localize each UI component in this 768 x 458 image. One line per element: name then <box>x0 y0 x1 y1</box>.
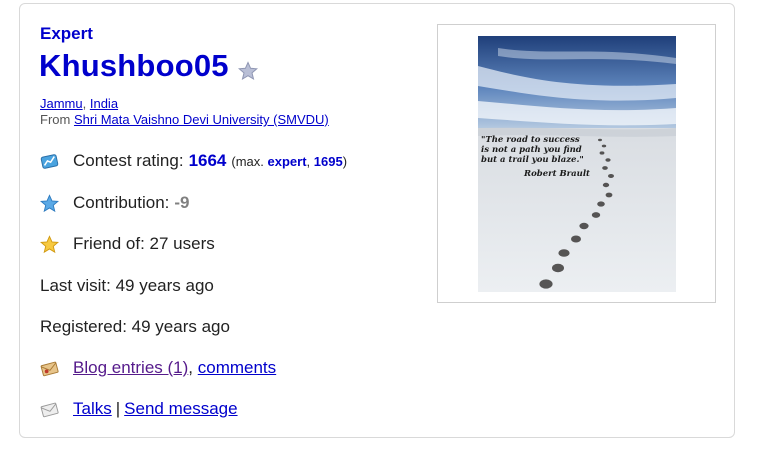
location-line: Jammu, India <box>40 96 119 111</box>
send-message-link[interactable]: Send message <box>124 399 237 419</box>
max-rating: (max. expert, 1695) <box>231 153 348 169</box>
location-block: Jammu, India From Shri Mata Vaishno Devi… <box>40 96 329 128</box>
profile-card: Expert Khushboo05 Jammu, India From Shri… <box>19 3 735 438</box>
max-rating-value: 1695 <box>313 153 343 169</box>
contribution-row: Contribution: -9 <box>40 193 190 213</box>
blue-star-icon <box>40 193 59 212</box>
talks-row: Talks | Send message <box>40 399 238 419</box>
rating-chart-icon <box>40 153 59 169</box>
blog-envelope-icon <box>40 361 59 376</box>
user-handle: Khushboo05 <box>39 48 229 83</box>
talks-link[interactable]: Talks <box>73 399 112 419</box>
rating-row: Contest rating: 1664 (max. expert, 1695) <box>40 151 347 171</box>
country-link[interactable]: India <box>90 96 118 111</box>
photo-quote: "The road to success is not a path you f… <box>481 135 596 179</box>
city-link[interactable]: Jammu <box>40 96 83 111</box>
organization-link[interactable]: Shri Mata Vaishno Devi University (SMVDU… <box>74 112 329 127</box>
rating-value: 1664 <box>188 151 227 170</box>
quote-author: Robert Brault <box>524 169 590 179</box>
blog-entries-link[interactable]: Blog entries (1) <box>73 358 188 378</box>
friend-count: Friend of: 27 users <box>73 234 215 253</box>
registered-row: Registered: 49 years ago <box>40 317 230 337</box>
organization-line: From Shri Mata Vaishno Devi University (… <box>40 112 329 128</box>
user-rank: Expert <box>40 24 93 43</box>
user-title-photo[interactable]: "The road to success is not a path you f… <box>478 36 676 292</box>
rating-label: Contest rating: <box>73 151 184 170</box>
friend-row: Friend of: 27 users <box>40 234 215 254</box>
last-visit-row: Last visit: 49 years ago <box>40 276 214 296</box>
star-badge-icon[interactable] <box>237 61 258 81</box>
title-photo-frame: "The road to success is not a path you f… <box>437 24 716 303</box>
handle-row: Khushboo05 <box>39 48 258 84</box>
max-rank: expert <box>267 153 307 169</box>
talk-envelope-icon <box>40 402 59 417</box>
registered: Registered: 49 years ago <box>40 317 230 336</box>
comments-link[interactable]: comments <box>198 358 276 378</box>
blog-row: Blog entries (1), comments <box>40 358 276 378</box>
contribution-value: -9 <box>174 193 190 212</box>
from-label: From <box>40 112 71 127</box>
contribution-label: Contribution: <box>73 193 170 212</box>
gold-star-icon <box>40 234 59 253</box>
last-visit: Last visit: 49 years ago <box>40 276 214 295</box>
